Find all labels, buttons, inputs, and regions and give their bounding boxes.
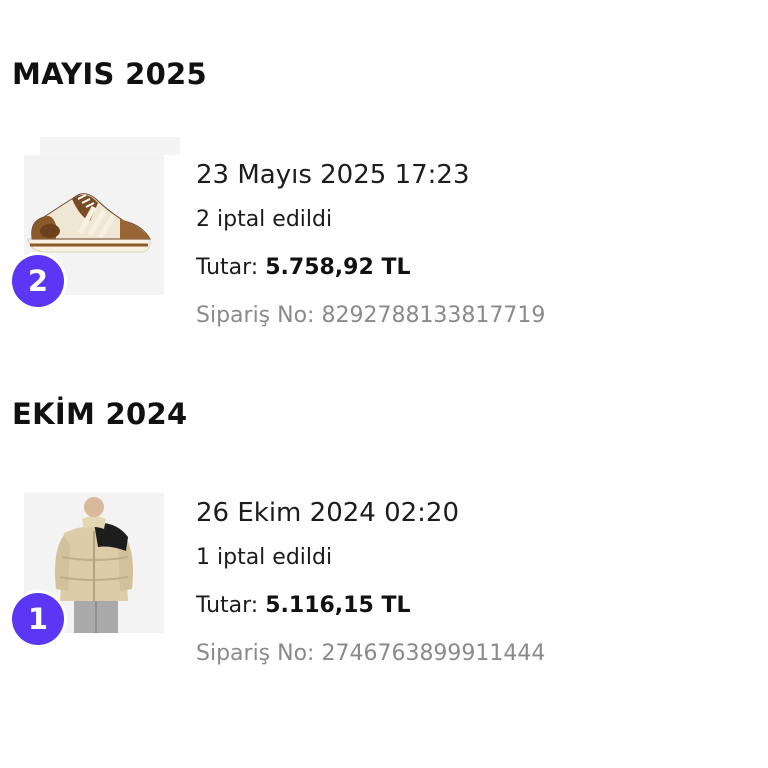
item-count-badge: 1: [12, 593, 64, 645]
order-status: 1 iptal edildi: [196, 545, 333, 570]
order-date: 26 Ekim 2024 02:20: [196, 498, 460, 528]
total-label: Tutar:: [196, 255, 259, 280]
order-total: Tutar: 5.758,92 TL: [196, 255, 410, 280]
thumbnail-stack-edge: [40, 137, 180, 155]
total-amount: 5.116,15 TL: [265, 593, 411, 618]
month-heading: EKİM 2024: [12, 397, 188, 431]
order-card[interactable]: 1 26 Ekim 2024 02:20 1 iptal edildi Tuta…: [0, 493, 768, 673]
order-total: Tutar: 5.116,15 TL: [196, 593, 410, 618]
order-date: 23 Mayıs 2025 17:23: [196, 160, 470, 190]
month-heading: MAYIS 2025: [12, 57, 208, 91]
order-card[interactable]: 2 23 Mayıs 2025 17:23 2 iptal edildi Tut…: [0, 137, 768, 335]
order-status: 2 iptal edildi: [196, 207, 333, 232]
product-thumbnail: 1: [12, 493, 164, 645]
product-thumbnail: 2: [12, 137, 180, 307]
order-number: Sipariş No: 8292788133817719: [196, 303, 546, 328]
order-number: Sipariş No: 2746763899911444: [196, 641, 546, 666]
orders-page: MAYIS 2025 2 23 Mayıs 2025 17:23 2 iptal…: [0, 0, 768, 768]
item-count-badge: 2: [12, 255, 64, 307]
total-label: Tutar:: [196, 593, 259, 618]
total-amount: 5.758,92 TL: [265, 255, 411, 280]
